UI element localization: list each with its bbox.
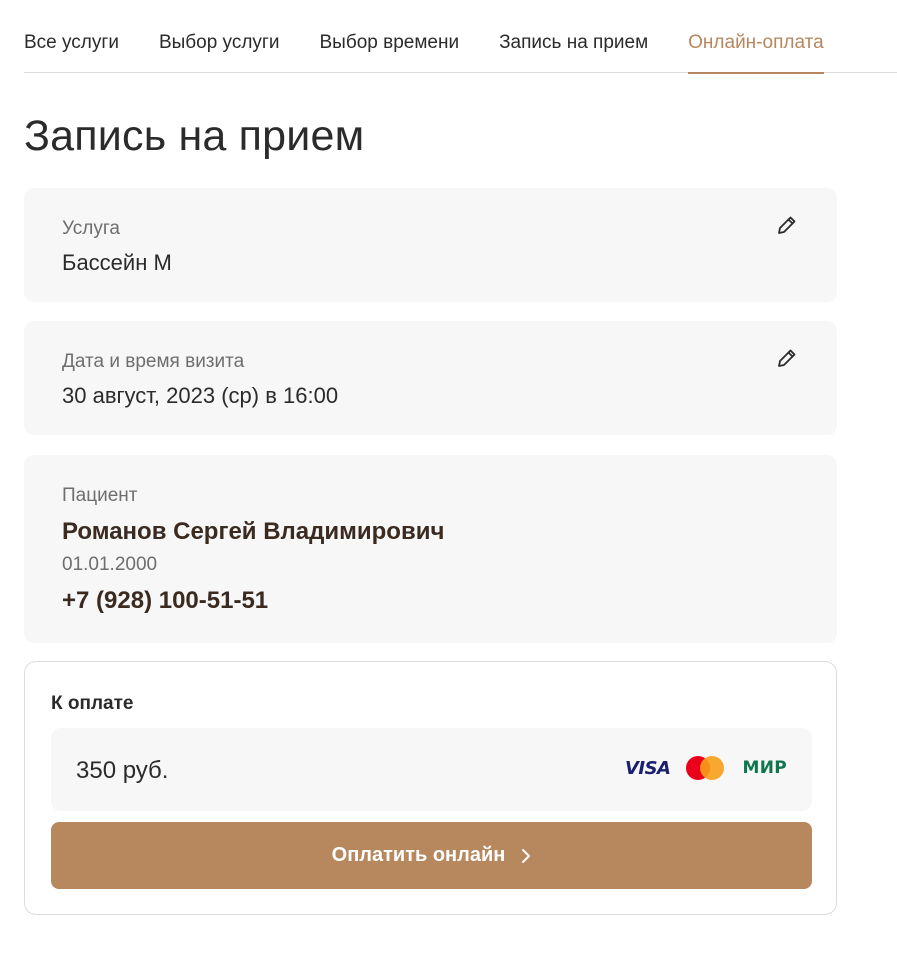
visa-logo: VISA: [624, 757, 671, 779]
tab-label: Все услуги: [24, 32, 119, 53]
step-tabs: Все услуги Выбор услуги Выбор времени За…: [24, 0, 897, 74]
service-label: Услуга: [62, 218, 120, 239]
service-card: Услуга Бассейн М: [24, 188, 837, 302]
chevron-right-icon: [522, 848, 531, 863]
service-value: Бассейн М: [62, 250, 172, 275]
patient-label: Пациент: [62, 485, 138, 506]
pencil-icon: [778, 349, 796, 367]
tab-label: Онлайн-оплата: [688, 32, 824, 53]
patient-name: Романов Сергей Владимирович: [62, 518, 445, 545]
patient-birthdate: 01.01.2000: [62, 554, 158, 575]
edit-datetime-button[interactable]: [775, 346, 799, 370]
tab-label: Запись на прием: [499, 32, 649, 53]
visit-datetime-card: Дата и время визита 30 август, 2023 (ср)…: [24, 321, 837, 435]
pay-online-label: Оплатить онлайн: [331, 844, 506, 866]
amount-box: 350 руб. VISA МИР: [51, 728, 812, 811]
page-title: Запись на прием: [24, 112, 365, 160]
pencil-icon: [778, 216, 796, 234]
patient-card: Пациент Романов Сергей Владимирович 01.0…: [24, 455, 837, 643]
payment-title: К оплате: [51, 693, 134, 714]
mastercard-logo: [686, 755, 726, 781]
tab-choose-service[interactable]: Выбор услуги: [159, 0, 280, 73]
visit-datetime-label: Дата и время визита: [62, 351, 245, 372]
payment-amount: 350 руб.: [76, 757, 169, 784]
visit-datetime-value: 30 август, 2023 (ср) в 16:00: [62, 383, 339, 408]
tab-all-services[interactable]: Все услуги: [24, 0, 119, 73]
tab-choose-time[interactable]: Выбор времени: [319, 0, 459, 73]
tab-online-payment[interactable]: Онлайн-оплата: [688, 0, 824, 74]
tab-label: Выбор услуги: [158, 32, 280, 53]
pay-online-button[interactable]: Оплатить онлайн: [51, 822, 812, 889]
patient-phone: +7 (928) 100-51-51: [62, 587, 269, 614]
payment-systems: VISA МИР: [625, 755, 787, 781]
tab-label: Выбор времени: [319, 32, 460, 53]
mir-logo: МИР: [742, 758, 787, 778]
tab-appointment[interactable]: Запись на прием: [499, 0, 648, 73]
payment-card: К оплате 350 руб. VISA МИР Оплатить онла…: [24, 661, 837, 915]
edit-service-button[interactable]: [775, 213, 799, 237]
